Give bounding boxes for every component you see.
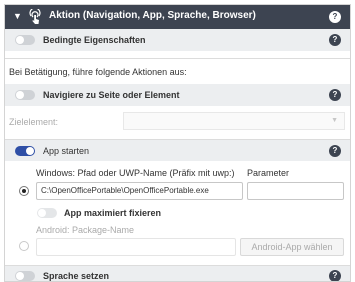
android-label: Android: Package-Name (36, 225, 135, 235)
parameter-label: Parameter (247, 168, 290, 178)
chevron-down-icon: ▼ (331, 117, 338, 124)
help-icon[interactable]: ? (329, 34, 341, 46)
target-label: Zielelement: (9, 117, 59, 127)
language-toggle[interactable] (15, 271, 35, 281)
panel-title: Aktion (Navigation, App, Sprache, Browse… (49, 10, 256, 21)
target-row: Zielelement: ▼ (5, 106, 350, 136)
conditions-row: Bedingte Eigenschaften ? (5, 29, 350, 51)
help-icon[interactable]: ? (329, 145, 341, 157)
app-start-toggle[interactable] (15, 146, 35, 156)
intro-text: Bei Betätigung, führe folgende Aktionen … (9, 67, 187, 77)
target-select[interactable]: ▼ (123, 112, 345, 130)
parameter-input[interactable] (247, 182, 344, 200)
maximize-label: App maximiert fixieren (64, 208, 162, 218)
app-start-label: App starten (43, 146, 90, 156)
navigate-toggle[interactable] (15, 90, 35, 100)
app-start-row: App starten ? (5, 139, 350, 161)
windows-path-label: Windows: Pfad oder UWP-Name (Präfix mit … (36, 168, 235, 178)
action-panel: ▼ Aktion (Navigation, App, Sprache, Brow… (4, 4, 351, 282)
language-row: Sprache setzen ? (5, 265, 350, 281)
conditions-label: Bedingte Eigenschaften (43, 35, 146, 45)
navigate-row: Navigiere zu Seite oder Element ? (5, 84, 350, 106)
language-label: Sprache setzen (43, 271, 110, 281)
touch-pointer-icon (29, 9, 41, 24)
intro-row: Bei Betätigung, führe folgende Aktionen … (5, 58, 350, 82)
help-icon[interactable]: ? (329, 89, 341, 101)
conditions-toggle[interactable] (15, 35, 35, 45)
android-package-input[interactable] (36, 238, 236, 256)
caret-down-icon[interactable]: ▼ (13, 11, 22, 21)
maximize-toggle[interactable] (37, 208, 57, 218)
windows-radio[interactable] (19, 186, 29, 196)
help-icon[interactable]: ? (329, 11, 341, 23)
navigate-label: Navigiere zu Seite oder Element (43, 90, 180, 100)
help-icon[interactable]: ? (329, 270, 341, 281)
android-radio[interactable] (19, 241, 29, 251)
android-app-select-button[interactable]: Android-App wählen (240, 238, 344, 256)
panel-header[interactable]: ▼ Aktion (Navigation, App, Sprache, Brow… (5, 5, 350, 29)
windows-path-input[interactable]: C:\OpenOfficePortable\OpenOfficePortable… (36, 182, 243, 200)
